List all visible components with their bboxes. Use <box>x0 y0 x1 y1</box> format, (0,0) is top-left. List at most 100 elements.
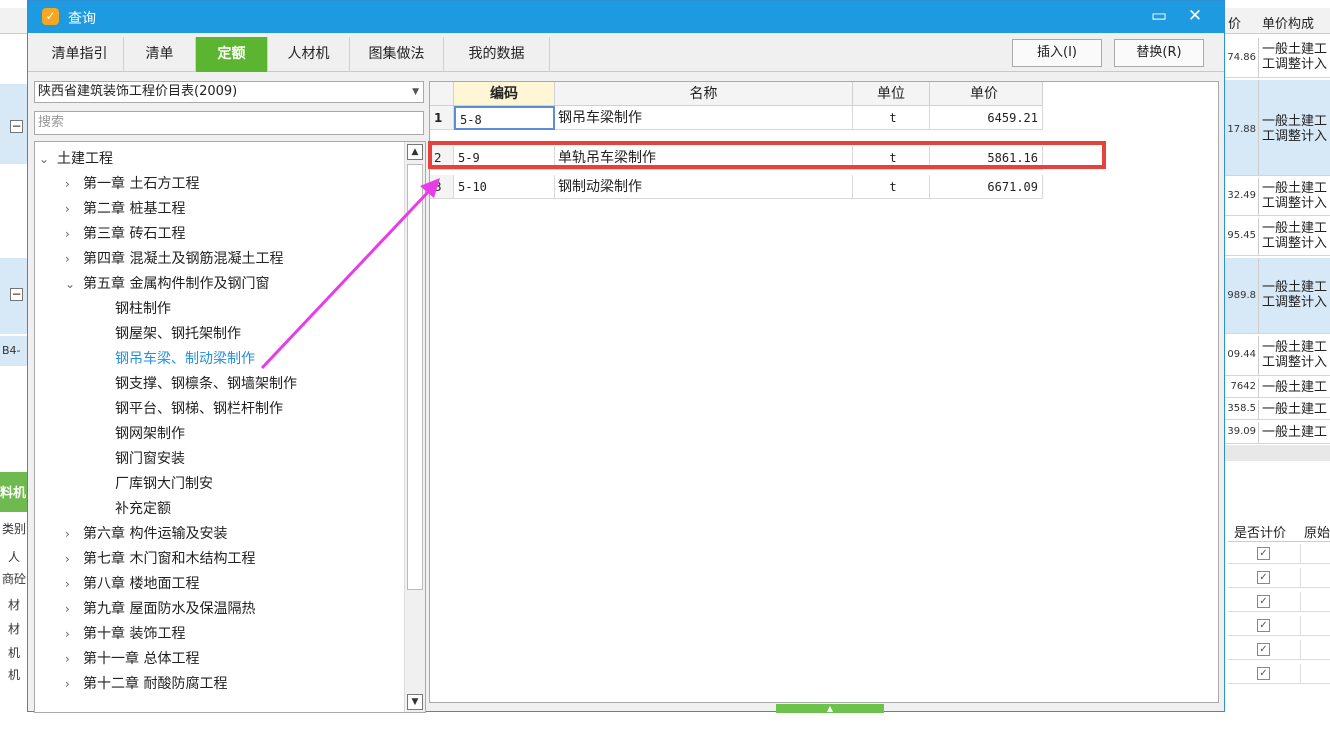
bg-row[interactable]: 358.5 一般土建工 <box>1220 400 1330 420</box>
column-header-code[interactable]: 编码 <box>454 82 555 106</box>
tree-node[interactable]: › 第十章 装饰工程 <box>65 623 185 645</box>
tree-node[interactable]: › 第十二章 耐酸防腐工程 <box>65 673 227 695</box>
quota-tree: ⌄ 土建工程 › 第一章 土石方工程 › 第二章 桩基工程 › 第三章 砖石工程 › 第四… <box>34 141 426 713</box>
tree-leaf[interactable]: 厂库钢大门制安 <box>115 473 213 495</box>
dialog-titlebar[interactable]: ✓ 查询 ▭ ✕ <box>28 1 1224 33</box>
tree-node[interactable]: ⌄ 土建工程 <box>39 148 113 170</box>
tree-node[interactable]: › 第七章 木门窗和木结构工程 <box>65 548 255 570</box>
tree-leaf[interactable]: 钢网架制作 <box>115 423 185 445</box>
tree-node-label: 第一章 土石方工程 <box>83 176 200 192</box>
tree-node[interactable]: ⌄ 第五章 金属构件制作及钢门窗 <box>65 273 269 295</box>
chevron-right-icon[interactable]: › <box>65 648 83 670</box>
name-cell[interactable]: 钢制动梁制作 <box>555 175 853 199</box>
checkbox-icon[interactable]: ✓ <box>1257 643 1270 656</box>
chevron-right-icon[interactable]: › <box>65 173 83 195</box>
tab-quota[interactable]: 定额 <box>196 37 268 72</box>
code-cell[interactable]: 5-8 <box>454 106 555 130</box>
bg-left-header <box>0 8 30 34</box>
tree-node[interactable]: › 第八章 楼地面工程 <box>65 573 199 595</box>
close-icon[interactable]: ✕ <box>1184 6 1206 26</box>
code-cell[interactable]: 5-10 <box>454 175 555 199</box>
chevron-right-icon[interactable]: › <box>65 523 83 545</box>
tree-node[interactable]: › 第六章 构件运输及安装 <box>65 523 227 545</box>
replace-button[interactable]: 替换(R) <box>1114 39 1204 67</box>
bg-row[interactable]: 17.88 一般土建工 工调整计入 <box>1220 80 1330 176</box>
chevron-right-icon[interactable]: › <box>65 623 83 645</box>
scroll-up-icon[interactable]: ▲ <box>407 144 423 160</box>
tree-node[interactable]: › 第九章 屋面防水及保温隔热 <box>65 598 255 620</box>
tree-node-label: 第二章 桩基工程 <box>83 201 186 217</box>
scrollbar-thumb[interactable] <box>407 164 423 590</box>
bg-text: 一般土建工 <box>1262 181 1328 196</box>
tree-node[interactable]: › 第二章 桩基工程 <box>65 198 185 220</box>
price-cell[interactable]: 6671.09 <box>930 175 1043 199</box>
chevron-down-icon[interactable]: ⌄ <box>39 148 57 170</box>
tab-my-data[interactable]: 我的数据 <box>444 37 550 72</box>
bg-value: 17.88 <box>1227 124 1256 135</box>
tree-node[interactable]: › 第四章 混凝土及钢筋混凝土工程 <box>65 248 283 270</box>
bg-left-label: 料机 <box>0 486 27 501</box>
bg-row[interactable]: 74.86 一般土建工 工调整计入 <box>1220 38 1330 78</box>
column-header-price[interactable]: 单价 <box>930 82 1043 106</box>
tab-bill[interactable]: 清单 <box>124 37 196 72</box>
bg-row[interactable]: 95.45 一般土建工 工调整计入 <box>1220 218 1330 256</box>
search-input[interactable]: 搜索 <box>34 111 424 135</box>
tab-bill-guide[interactable]: 清单指引 <box>36 37 124 72</box>
library-select[interactable]: 陕西省建筑装饰工程价目表(2009) ▼ <box>34 81 424 103</box>
collapse-icon[interactable]: − <box>10 288 23 301</box>
bg-header-cell: 价 <box>1228 17 1242 32</box>
checkbox-icon[interactable]: ✓ <box>1257 547 1270 560</box>
unit-cell[interactable]: t <box>853 175 930 199</box>
tree-leaf[interactable]: 钢平台、钢梯、钢栏杆制作 <box>115 398 283 420</box>
tree-node[interactable]: › 第一章 土石方工程 <box>65 173 199 195</box>
tab-atlas-method[interactable]: 图集做法 <box>350 37 444 72</box>
price-cell[interactable]: 6459.21 <box>930 106 1043 130</box>
tree-leaf[interactable]: 补充定额 <box>115 498 171 520</box>
checkbox-icon[interactable]: ✓ <box>1257 595 1270 608</box>
tree-node[interactable]: › 第十一章 总体工程 <box>65 648 199 670</box>
app-logo-icon: ✓ <box>42 8 59 25</box>
chevron-up-icon[interactable]: ▲ <box>776 704 884 713</box>
chevron-down-icon[interactable]: ⌄ <box>65 273 83 295</box>
chevron-right-icon[interactable]: › <box>65 248 83 270</box>
bg-text: 工调整计入 <box>1262 355 1328 370</box>
bg-row[interactable]: 09.44 一般土建工 工调整计入 <box>1220 336 1330 376</box>
column-header-unit[interactable]: 单位 <box>853 82 930 106</box>
tree-leaf[interactable]: 钢柱制作 <box>115 298 171 320</box>
checkbox-icon[interactable]: ✓ <box>1257 571 1270 584</box>
unit-cell[interactable]: t <box>853 106 930 130</box>
checkbox-icon[interactable]: ✓ <box>1257 619 1270 632</box>
quota-table: 编码 名称 单位 单价 1 5-8 钢吊车梁制作 t 6459.21 2 5-9… <box>429 81 1219 703</box>
query-dialog: ✓ 查询 ▭ ✕ 清单指引 清单 定额 人材机 图集做法 我的数据 插入(I) … <box>27 0 1225 713</box>
tree-scrollbar[interactable]: ▲ ▼ <box>404 142 425 712</box>
tree-node[interactable]: › 第三章 砖石工程 <box>65 223 185 245</box>
scroll-down-icon[interactable]: ▼ <box>407 694 423 710</box>
tree-leaf[interactable]: 钢门窗安装 <box>115 448 185 470</box>
bg-left-label: 商砼 <box>2 572 27 586</box>
name-cell[interactable]: 钢吊车梁制作 <box>555 106 853 130</box>
maximize-icon[interactable]: ▭ <box>1148 6 1170 26</box>
tab-labor-material-machine[interactable]: 人材机 <box>268 37 350 72</box>
chevron-right-icon[interactable]: › <box>65 548 83 570</box>
bg-row[interactable]: 39.09 一般土建工 <box>1220 422 1330 444</box>
bg-value: 39.09 <box>1227 426 1256 437</box>
bg-row[interactable]: 32.49 一般土建工 工调整计入 <box>1220 178 1330 216</box>
chevron-right-icon[interactable]: › <box>65 573 83 595</box>
checkbox-icon[interactable]: ✓ <box>1257 667 1270 680</box>
tree-leaf-selected[interactable]: 钢吊车梁、制动梁制作 <box>115 348 255 370</box>
chevron-right-icon[interactable]: › <box>65 198 83 220</box>
collapse-icon[interactable]: − <box>10 120 23 133</box>
bg-text: 一般土建工 <box>1262 221 1328 236</box>
chevron-right-icon[interactable]: › <box>65 598 83 620</box>
chevron-right-icon[interactable]: › <box>65 223 83 245</box>
tree-leaf[interactable]: 钢支撑、钢檩条、钢墙架制作 <box>115 373 297 395</box>
column-header-name[interactable]: 名称 <box>555 82 853 106</box>
bg-divider <box>1220 445 1330 461</box>
bg-left-section: 料机 <box>0 472 30 512</box>
insert-button[interactable]: 插入(I) <box>1012 39 1102 67</box>
bg-row[interactable]: 989.8 一般土建工 工调整计入 <box>1220 258 1330 334</box>
bg-row[interactable]: 7642 一般土建工 <box>1220 378 1330 398</box>
tree-leaf[interactable]: 钢屋架、钢托架制作 <box>115 323 241 345</box>
expand-panel-handle[interactable]: ▲ <box>776 704 884 713</box>
chevron-right-icon[interactable]: › <box>65 673 83 695</box>
